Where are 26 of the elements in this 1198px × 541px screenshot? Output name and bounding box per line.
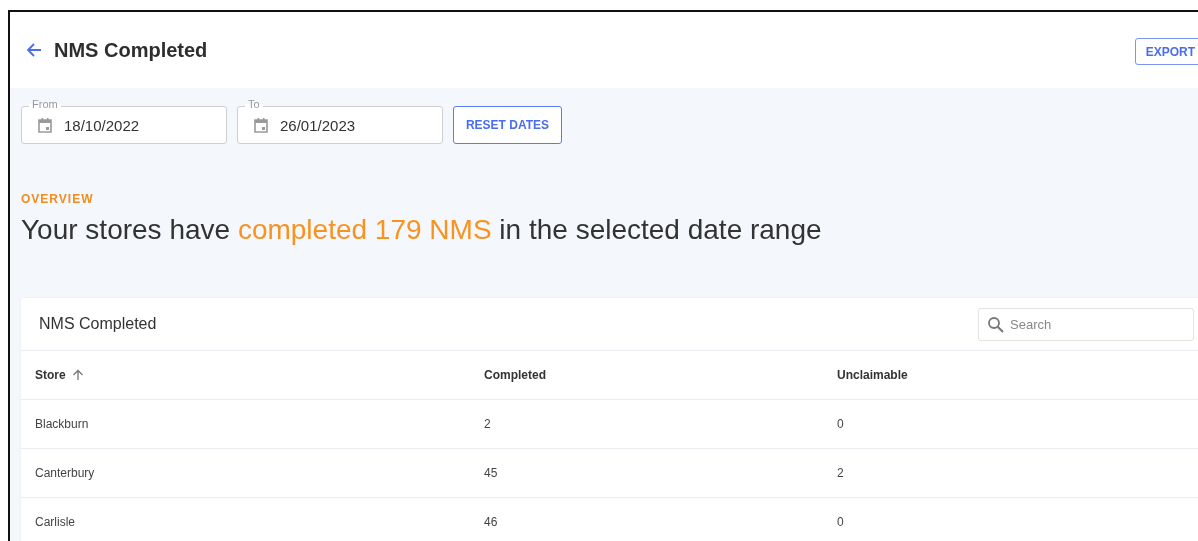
search-icon <box>987 315 1005 334</box>
search-field[interactable]: Search <box>978 307 1194 341</box>
column-header[interactable]: Unclaimable <box>837 368 908 382</box>
table-cell: 46 <box>484 515 498 529</box>
sort-arrow-icon <box>71 369 84 381</box>
table-cell: 2 <box>837 466 844 480</box>
column-header[interactable]: Completed <box>484 368 546 382</box>
table-cell: Blackburn <box>35 417 89 431</box>
table-cell: Canterbury <box>35 466 95 480</box>
overview-headline: Your stores have completed 179 NMS in the selected date range <box>21 214 823 246</box>
arrow-left-icon <box>26 42 42 58</box>
field-label: To <box>245 98 263 110</box>
export-button[interactable]: EXPORT <box>1134 38 1198 65</box>
calendar-icon <box>252 116 270 134</box>
page-title: NMS Completed <box>54 38 208 62</box>
column-header[interactable]: Store <box>35 368 84 382</box>
calendar-icon <box>36 116 54 134</box>
section-label: OVERVIEW <box>21 192 95 206</box>
table-cell: 0 <box>837 515 844 529</box>
reset-dates-button[interactable]: RESET DATES <box>453 106 562 144</box>
field-label: From <box>29 98 61 110</box>
table-title: NMS Completed <box>39 315 157 333</box>
table-cell: Carlisle <box>35 515 75 529</box>
table-cell: 0 <box>837 417 844 431</box>
table-cell: 2 <box>484 417 491 431</box>
table-cell: 45 <box>484 466 498 480</box>
